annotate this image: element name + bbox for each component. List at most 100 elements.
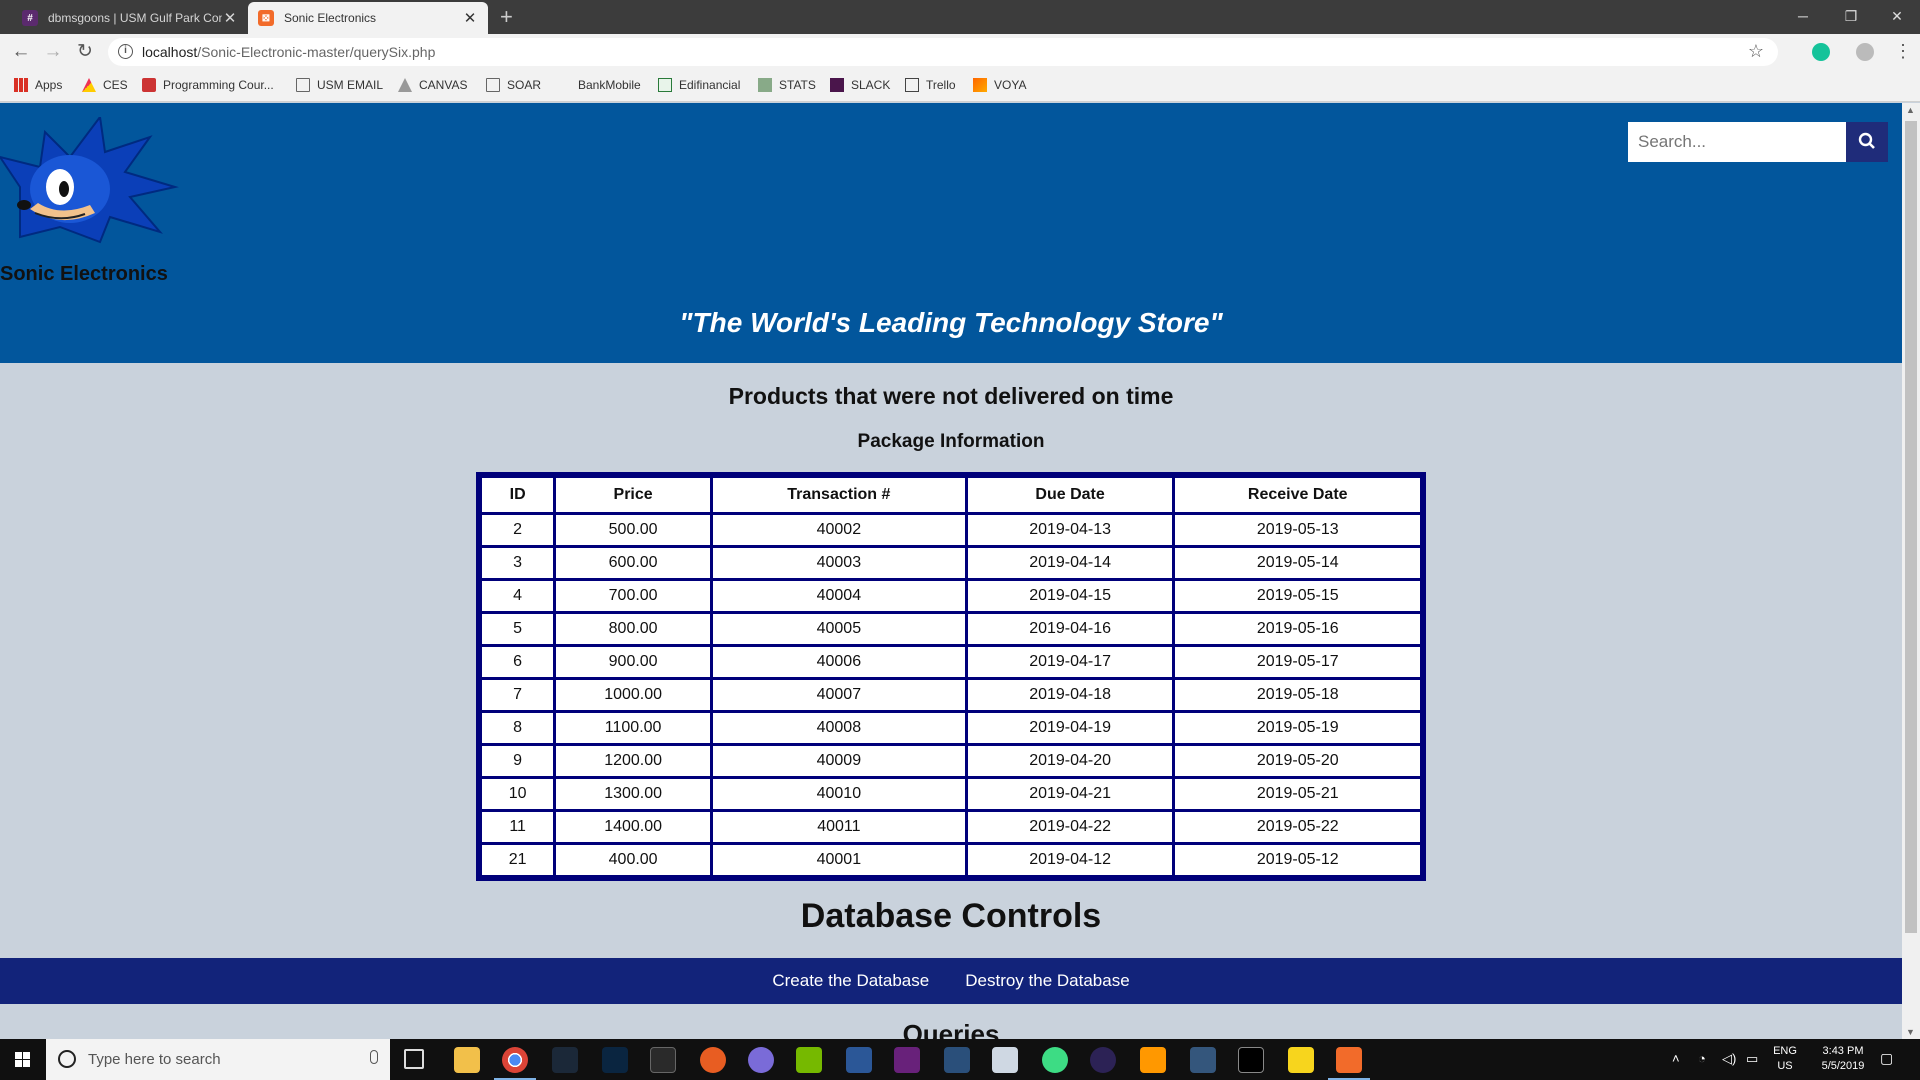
close-tab-icon[interactable]: ✕ [222,9,238,27]
new-tab-button[interactable]: + [500,4,513,30]
restore-window-icon[interactable]: ❐ [1828,2,1874,30]
bookmark-canvas[interactable]: CANVAS [398,78,467,92]
cell-receive-date: 2019-05-15 [1175,581,1420,611]
table-row: 9 1200.00 40009 2019-04-20 2019-05-20 [482,746,1420,776]
table-row: 4 700.00 40004 2019-04-15 2019-05-15 [482,581,1420,611]
report-subtitle: Package Information [857,431,1045,452]
bookmark-voya[interactable]: VOYA [973,78,1026,92]
taskbar-search-box[interactable]: Type here to search [46,1039,390,1080]
bookmark-edifinancial[interactable]: Edifinancial [658,78,740,92]
epic-games-icon[interactable] [650,1047,676,1073]
chrome-menu-icon[interactable]: ⋮ [1894,41,1912,62]
cell-due-date: 2019-04-17 [967,647,1173,677]
bookmark-label: SOAR [507,78,542,92]
origin-icon[interactable] [700,1047,726,1073]
bookmark-label: Programming Cour... [163,78,274,92]
sublime-text-icon[interactable] [1140,1047,1166,1073]
bookmark-soar[interactable]: SOAR [486,78,541,92]
search-button[interactable] [1846,122,1888,162]
bookmark-stats[interactable]: STATS [758,78,816,92]
steam-icon[interactable] [552,1047,578,1073]
bookmark-ces[interactable]: CES [82,78,128,92]
cell-id: 10 [482,779,554,809]
file-explorer-icon[interactable] [454,1047,480,1073]
address-bar[interactable]: i localhost/Sonic-Electronic-master/quer… [108,38,1778,66]
sticky-notes-icon[interactable] [1288,1047,1314,1073]
cell-price: 1300.00 [556,779,710,809]
bookmark-usm-email[interactable]: USM EMAIL [296,78,383,92]
bookmark-trello[interactable]: Trello [905,78,956,92]
clock[interactable]: 3:43 PM 5/5/2019 [1808,1044,1878,1074]
cell-transaction: 40004 [712,581,965,611]
database-controls-title: Database Controls [800,897,1102,935]
task-view-icon[interactable] [404,1049,424,1069]
scroll-up-icon[interactable]: ▲ [1906,105,1915,115]
column-header-receive-date: Receive Date [1175,478,1420,512]
package-table: ID Price Transaction # Due Date Receive … [476,472,1426,881]
bookmark-bankmobile[interactable]: BankMobile [578,78,641,92]
trello-icon [905,78,919,92]
forward-icon[interactable]: → [40,39,66,65]
bookmark-programming[interactable]: Programming Cour... [142,78,274,92]
battery-icon[interactable]: ▭ [1746,1051,1758,1066]
chrome-taskbar-icon[interactable] [494,1047,536,1080]
android-studio-icon[interactable] [1042,1047,1068,1073]
destroy-database-link[interactable]: Destroy the Database [965,971,1129,991]
cell-transaction: 40008 [712,713,965,743]
cell-receive-date: 2019-05-16 [1175,614,1420,644]
xampp-icon[interactable] [1328,1047,1370,1080]
cell-price: 1000.00 [556,680,710,710]
site-info-icon[interactable]: i [118,44,133,59]
volume-icon[interactable]: ◁) [1722,1051,1736,1066]
column-header-transaction: Transaction # [712,478,965,512]
battlenet-icon[interactable] [602,1047,628,1073]
action-center-icon[interactable]: ▢ [1880,1051,1893,1066]
grammarly-extension-icon[interactable] [1812,43,1830,61]
url-text: localhost/Sonic-Electronic-master/queryS… [142,44,435,60]
close-window-icon[interactable]: ✕ [1874,2,1920,30]
bookmark-star-icon[interactable]: ☆ [1748,41,1764,62]
eclipse-like-icon[interactable] [748,1047,774,1073]
visual-studio-icon[interactable] [894,1047,920,1073]
cell-due-date: 2019-04-20 [967,746,1173,776]
close-tab-icon[interactable]: ✕ [462,9,478,27]
show-hidden-icons-icon[interactable]: ˄ [1672,1051,1680,1066]
bookmark-slack[interactable]: SLACK [830,78,890,92]
cell-receive-date: 2019-05-13 [1175,515,1420,545]
microphone-icon[interactable] [370,1050,378,1064]
language-indicator[interactable]: ENG US [1768,1044,1802,1074]
cell-id: 2 [482,515,554,545]
start-button[interactable] [0,1039,46,1080]
network-icon[interactable]: ◔ [1698,1051,1706,1066]
scrollbar-thumb[interactable] [1905,121,1917,933]
tab-sonic-electronics[interactable]: ⊠ Sonic Electronics ✕ [248,2,488,34]
cell-due-date: 2019-04-19 [967,713,1173,743]
clock-date: 5/5/2019 [1821,1060,1865,1072]
create-database-link[interactable]: Create the Database [772,971,929,991]
command-prompt-icon[interactable] [1238,1047,1264,1073]
eclipse-icon[interactable] [1090,1047,1116,1073]
search-input[interactable] [1628,122,1846,162]
scroll-down-icon[interactable]: ▼ [1906,1027,1915,1037]
cell-price: 500.00 [556,515,710,545]
cell-transaction: 40002 [712,515,965,545]
page-scrollbar[interactable]: ▲ ▼ [1902,103,1920,1039]
minimize-window-icon[interactable]: ─ [1780,2,1826,30]
mysql-icon[interactable] [1190,1047,1216,1073]
cell-receive-date: 2019-05-22 [1175,812,1420,842]
queries-title: Queries [902,1019,1000,1039]
cell-receive-date: 2019-05-18 [1175,680,1420,710]
reload-icon[interactable]: ↻ [72,39,98,65]
back-icon[interactable]: ← [8,39,34,65]
page-content: Sonic Electronics "The World's Leading T… [0,103,1902,1039]
nvidia-icon[interactable] [796,1047,822,1073]
mysql-workbench-icon[interactable] [944,1047,970,1073]
database-controls-bar: Create the Database Destroy the Database [0,958,1902,1004]
table-body: 2 500.00 40002 2019-04-13 2019-05-13 3 600.00 4… [482,515,1420,875]
word-icon[interactable] [846,1047,872,1073]
cell-price: 900.00 [556,647,710,677]
bookmark-apps[interactable]: Apps [14,78,62,92]
paint-icon[interactable] [992,1047,1018,1073]
tab-dbmsgoons[interactable]: # dbmsgoons | USM Gulf Park Con ✕ [12,2,248,34]
profile-avatar-icon[interactable] [1856,43,1874,61]
